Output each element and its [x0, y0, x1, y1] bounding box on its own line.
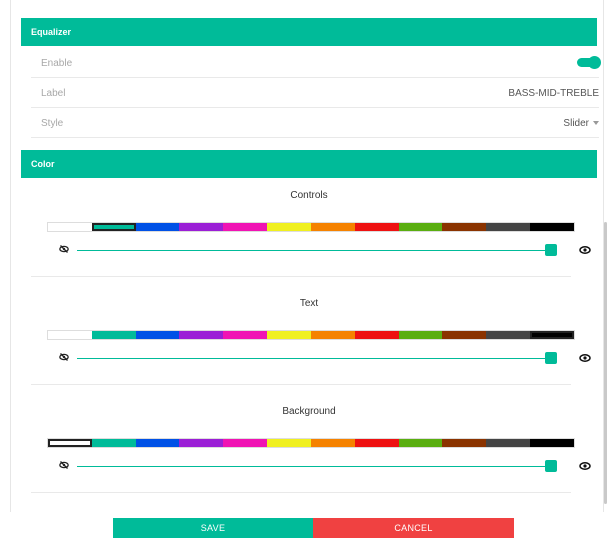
color-swatch[interactable]	[48, 223, 92, 231]
color-swatch[interactable]	[267, 439, 311, 447]
color-swatch[interactable]	[91, 331, 136, 339]
color-swatch[interactable]	[179, 439, 224, 447]
opacity-slider-track[interactable]	[77, 466, 557, 467]
eye-icon[interactable]	[579, 352, 591, 364]
color-swatch[interactable]	[530, 331, 574, 339]
color-swatch[interactable]	[310, 331, 355, 339]
subsection-title: Background	[282, 406, 336, 417]
color-palette	[47, 438, 575, 448]
color-swatch[interactable]	[354, 439, 399, 447]
subsection-divider	[31, 384, 571, 385]
style-select[interactable]: Slider	[563, 118, 599, 129]
color-swatch[interactable]	[267, 331, 311, 339]
label-label: Label	[41, 88, 66, 99]
color-swatch[interactable]	[398, 331, 443, 339]
color-swatch[interactable]	[48, 331, 92, 339]
chevron-down-icon	[593, 121, 599, 126]
style-row[interactable]: Style Slider	[31, 108, 599, 138]
eye-icon[interactable]	[579, 244, 591, 256]
color-swatch[interactable]	[486, 331, 531, 339]
style-value: Slider	[563, 118, 589, 129]
color-swatch[interactable]	[135, 223, 180, 231]
color-swatch[interactable]	[223, 331, 268, 339]
opacity-slider-track[interactable]	[77, 250, 557, 251]
opacity-slider-track[interactable]	[77, 358, 557, 359]
toggle-knob	[588, 56, 601, 69]
equalizer-header: Equalizer	[21, 18, 597, 46]
eye-off-icon[interactable]	[59, 244, 69, 254]
color-swatch[interactable]	[223, 223, 268, 231]
color-swatch[interactable]	[48, 439, 92, 447]
enable-row[interactable]: Enable	[31, 48, 601, 78]
color-swatch[interactable]	[442, 223, 487, 231]
color-swatch[interactable]	[530, 439, 574, 447]
color-swatch[interactable]	[354, 223, 399, 231]
enable-label: Enable	[41, 58, 73, 69]
color-swatch[interactable]	[442, 439, 487, 447]
color-swatch[interactable]	[91, 223, 136, 231]
color-swatch[interactable]	[267, 223, 311, 231]
scrollbar[interactable]	[604, 222, 607, 504]
color-swatch[interactable]	[486, 439, 531, 447]
color-swatch[interactable]	[310, 223, 355, 231]
save-button[interactable]: SAVE	[113, 518, 313, 538]
color-swatch[interactable]	[91, 439, 136, 447]
color-swatch[interactable]	[179, 223, 224, 231]
color-palette	[47, 330, 575, 340]
color-swatch[interactable]	[310, 439, 355, 447]
color-swatch[interactable]	[223, 439, 268, 447]
color-swatch[interactable]	[354, 331, 399, 339]
color-swatch[interactable]	[135, 331, 180, 339]
cancel-button[interactable]: CANCEL	[313, 518, 514, 538]
color-header: Color	[21, 150, 597, 178]
color-swatch[interactable]	[135, 439, 180, 447]
subsection-title: Text	[299, 298, 319, 309]
color-swatch[interactable]	[398, 439, 443, 447]
eye-icon[interactable]	[579, 460, 591, 472]
color-swatch[interactable]	[398, 223, 443, 231]
subsection-divider	[31, 492, 571, 493]
subsection-title: Controls	[290, 190, 328, 201]
label-value[interactable]: BASS-MID-TREBLE	[508, 88, 599, 99]
color-swatch[interactable]	[179, 331, 224, 339]
label-row[interactable]: Label BASS-MID-TREBLE	[31, 78, 599, 108]
color-swatch[interactable]	[442, 331, 487, 339]
eye-off-icon[interactable]	[59, 352, 69, 362]
color-palette	[47, 222, 575, 232]
color-swatch[interactable]	[486, 223, 531, 231]
color-swatch[interactable]	[530, 223, 574, 231]
settings-panel: Equalizer Enable Label BASS-MID-TREBLE S…	[10, 0, 604, 512]
eye-off-icon[interactable]	[59, 460, 69, 470]
enable-toggle[interactable]	[577, 56, 601, 69]
opacity-slider-thumb[interactable]	[545, 244, 557, 256]
opacity-slider-thumb[interactable]	[545, 352, 557, 364]
subsection-divider	[31, 276, 571, 277]
opacity-slider-thumb[interactable]	[545, 460, 557, 472]
style-label: Style	[41, 118, 64, 129]
